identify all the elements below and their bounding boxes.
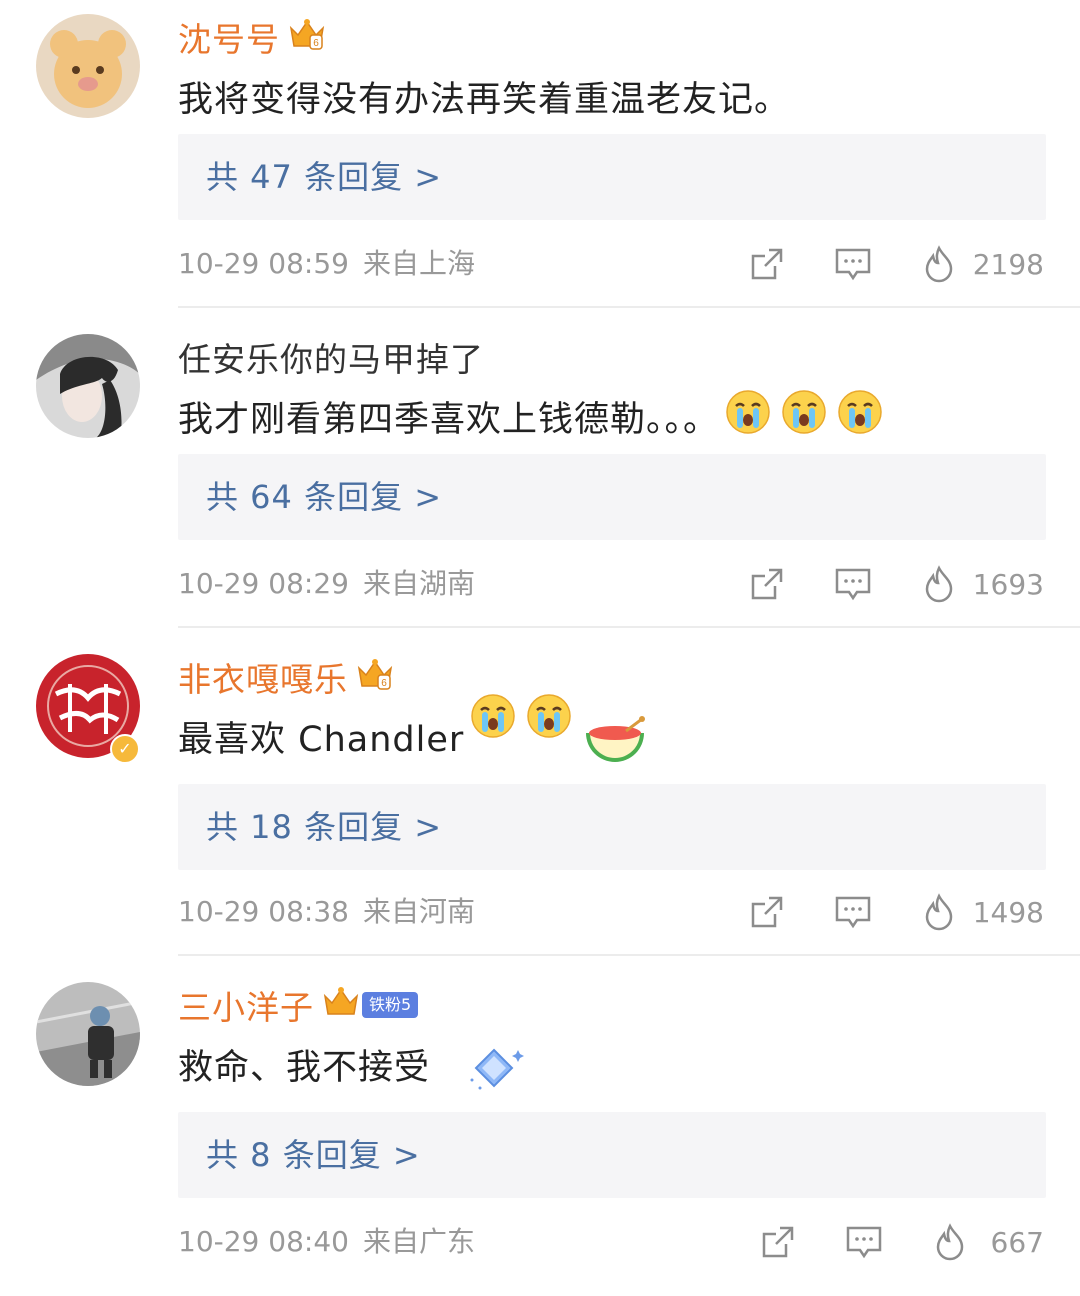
timestamp: 10-29 08:38 bbox=[178, 895, 349, 928]
timestamp: 10-29 08:59 bbox=[178, 247, 349, 280]
comment-text: 我才刚看第四季喜欢上钱德勒。。。 bbox=[178, 388, 893, 444]
comment-item: 任安乐你的马甲掉了 我才刚看第四季喜欢上钱德勒。。。 共 64 条回复 > 10… bbox=[0, 320, 1080, 648]
view-replies-link[interactable]: 共 47 条回复 > bbox=[206, 134, 442, 220]
comment-icon[interactable] bbox=[833, 564, 873, 604]
diamond-sparkle-icon bbox=[466, 1044, 526, 1103]
crown-icon: 6 bbox=[288, 18, 326, 56]
crying-face-icon bbox=[725, 389, 771, 444]
comment-text-content: 最喜欢 Chandler bbox=[178, 719, 465, 760]
svg-text:6: 6 bbox=[381, 678, 387, 689]
comment-icon[interactable] bbox=[833, 244, 873, 284]
crown-icon: 6 bbox=[356, 658, 394, 696]
like-flame-icon[interactable] bbox=[919, 892, 959, 932]
svg-text:6: 6 bbox=[313, 38, 319, 49]
view-replies-link[interactable]: 共 8 条回复 > bbox=[206, 1112, 421, 1198]
username[interactable]: 三小洋子 bbox=[178, 981, 314, 1029]
crying-face-icon bbox=[526, 693, 572, 780]
comment-icon[interactable] bbox=[833, 892, 873, 932]
emoji-row bbox=[470, 693, 658, 780]
location: 来自上海 bbox=[362, 247, 475, 280]
reply-box[interactable]: 共 47 条回复 > bbox=[178, 134, 1046, 220]
comment-item: 三小洋子 铁粉5 救命、我不接受 共 8 条回复 > 10-29 08:40 来自… bbox=[0, 968, 1080, 1296]
action-bar: 2198 bbox=[701, 238, 1044, 290]
comment-text: 我将变得没有办法再笑着重温老友记。 bbox=[178, 68, 790, 124]
like-count: 667 bbox=[990, 1225, 1044, 1259]
comment-item: 沈号号 6 我将变得没有办法再笑着重温老友记。 共 47 条回复 > 10-29… bbox=[0, 0, 1080, 328]
comment-text-content: 我才刚看第四季喜欢上钱德勒。。。 bbox=[178, 399, 720, 440]
location: 来自湖南 bbox=[362, 567, 475, 600]
timestamp: 10-29 08:29 bbox=[178, 567, 349, 600]
like-flame-icon[interactable] bbox=[919, 564, 959, 604]
divider bbox=[178, 626, 1080, 628]
avatar[interactable] bbox=[36, 14, 140, 118]
crying-face-icon bbox=[781, 389, 827, 444]
reply-box[interactable]: 共 64 条回复 > bbox=[178, 454, 1046, 540]
location: 来自河南 bbox=[362, 895, 475, 928]
comment-meta: 10-29 08:40 来自广东 bbox=[178, 1216, 475, 1268]
comment-text: 最喜欢 Chandler bbox=[178, 693, 658, 764]
name-row: 三小洋子 铁粉5 bbox=[178, 980, 419, 1030]
reply-box[interactable]: 共 8 条回复 > bbox=[178, 1112, 1046, 1198]
like-count: 1693 bbox=[972, 567, 1044, 601]
location: 来自广东 bbox=[362, 1225, 475, 1258]
username[interactable]: 非衣嘎嘎乐 bbox=[178, 653, 348, 701]
username[interactable]: 沈号号 bbox=[178, 13, 280, 61]
like-count: 2198 bbox=[972, 247, 1044, 281]
crying-face-icon bbox=[837, 389, 883, 444]
name-row: 任安乐你的马甲掉了 bbox=[178, 332, 484, 382]
emoji-row bbox=[725, 389, 893, 444]
crown-icon bbox=[322, 986, 360, 1024]
verified-badge-icon: ✓ bbox=[110, 734, 140, 764]
comment-meta: 10-29 08:29 来自湖南 bbox=[178, 558, 475, 610]
share-icon[interactable] bbox=[758, 1222, 798, 1262]
emoji-row bbox=[436, 1026, 536, 1103]
divider bbox=[178, 954, 1080, 956]
comment-meta: 10-29 08:59 来自上海 bbox=[178, 238, 475, 290]
like-flame-icon[interactable] bbox=[919, 244, 959, 284]
view-replies-link[interactable]: 共 64 条回复 > bbox=[206, 454, 442, 540]
like-flame-icon[interactable] bbox=[930, 1222, 970, 1262]
divider bbox=[178, 306, 1080, 308]
watermelon-icon bbox=[582, 715, 648, 780]
share-icon[interactable] bbox=[747, 244, 787, 284]
like-count: 1498 bbox=[972, 895, 1044, 929]
comment-icon[interactable] bbox=[844, 1222, 884, 1262]
username[interactable]: 任安乐你的马甲掉了 bbox=[178, 333, 484, 381]
action-bar: 667 bbox=[712, 1216, 1044, 1268]
avatar[interactable] bbox=[36, 334, 140, 438]
share-icon[interactable] bbox=[747, 564, 787, 604]
avatar[interactable] bbox=[36, 982, 140, 1086]
view-replies-link[interactable]: 共 18 条回复 > bbox=[206, 784, 442, 870]
comment-text-content: 我将变得没有办法再笑着重温老友记。 bbox=[178, 79, 791, 120]
name-row: 沈号号 6 bbox=[178, 12, 326, 62]
crying-face-icon bbox=[470, 693, 516, 780]
comment-text: 救命、我不接受 bbox=[178, 1036, 536, 1092]
comment-item: ✓ 非衣嘎嘎乐 6 最喜欢 Chandler 共 18 条回复 > 10-29 … bbox=[0, 640, 1080, 968]
action-bar: 1693 bbox=[701, 558, 1044, 610]
name-row: 非衣嘎嘎乐 6 bbox=[178, 652, 394, 702]
share-icon[interactable] bbox=[747, 892, 787, 932]
reply-box[interactable]: 共 18 条回复 > bbox=[178, 784, 1046, 870]
comment-text-content: 救命、我不接受 bbox=[178, 1047, 431, 1088]
timestamp: 10-29 08:40 bbox=[178, 1225, 349, 1258]
comment-meta: 10-29 08:38 来自河南 bbox=[178, 886, 475, 938]
fan-level-badge: 铁粉5 bbox=[362, 992, 419, 1018]
action-bar: 1498 bbox=[701, 886, 1044, 938]
